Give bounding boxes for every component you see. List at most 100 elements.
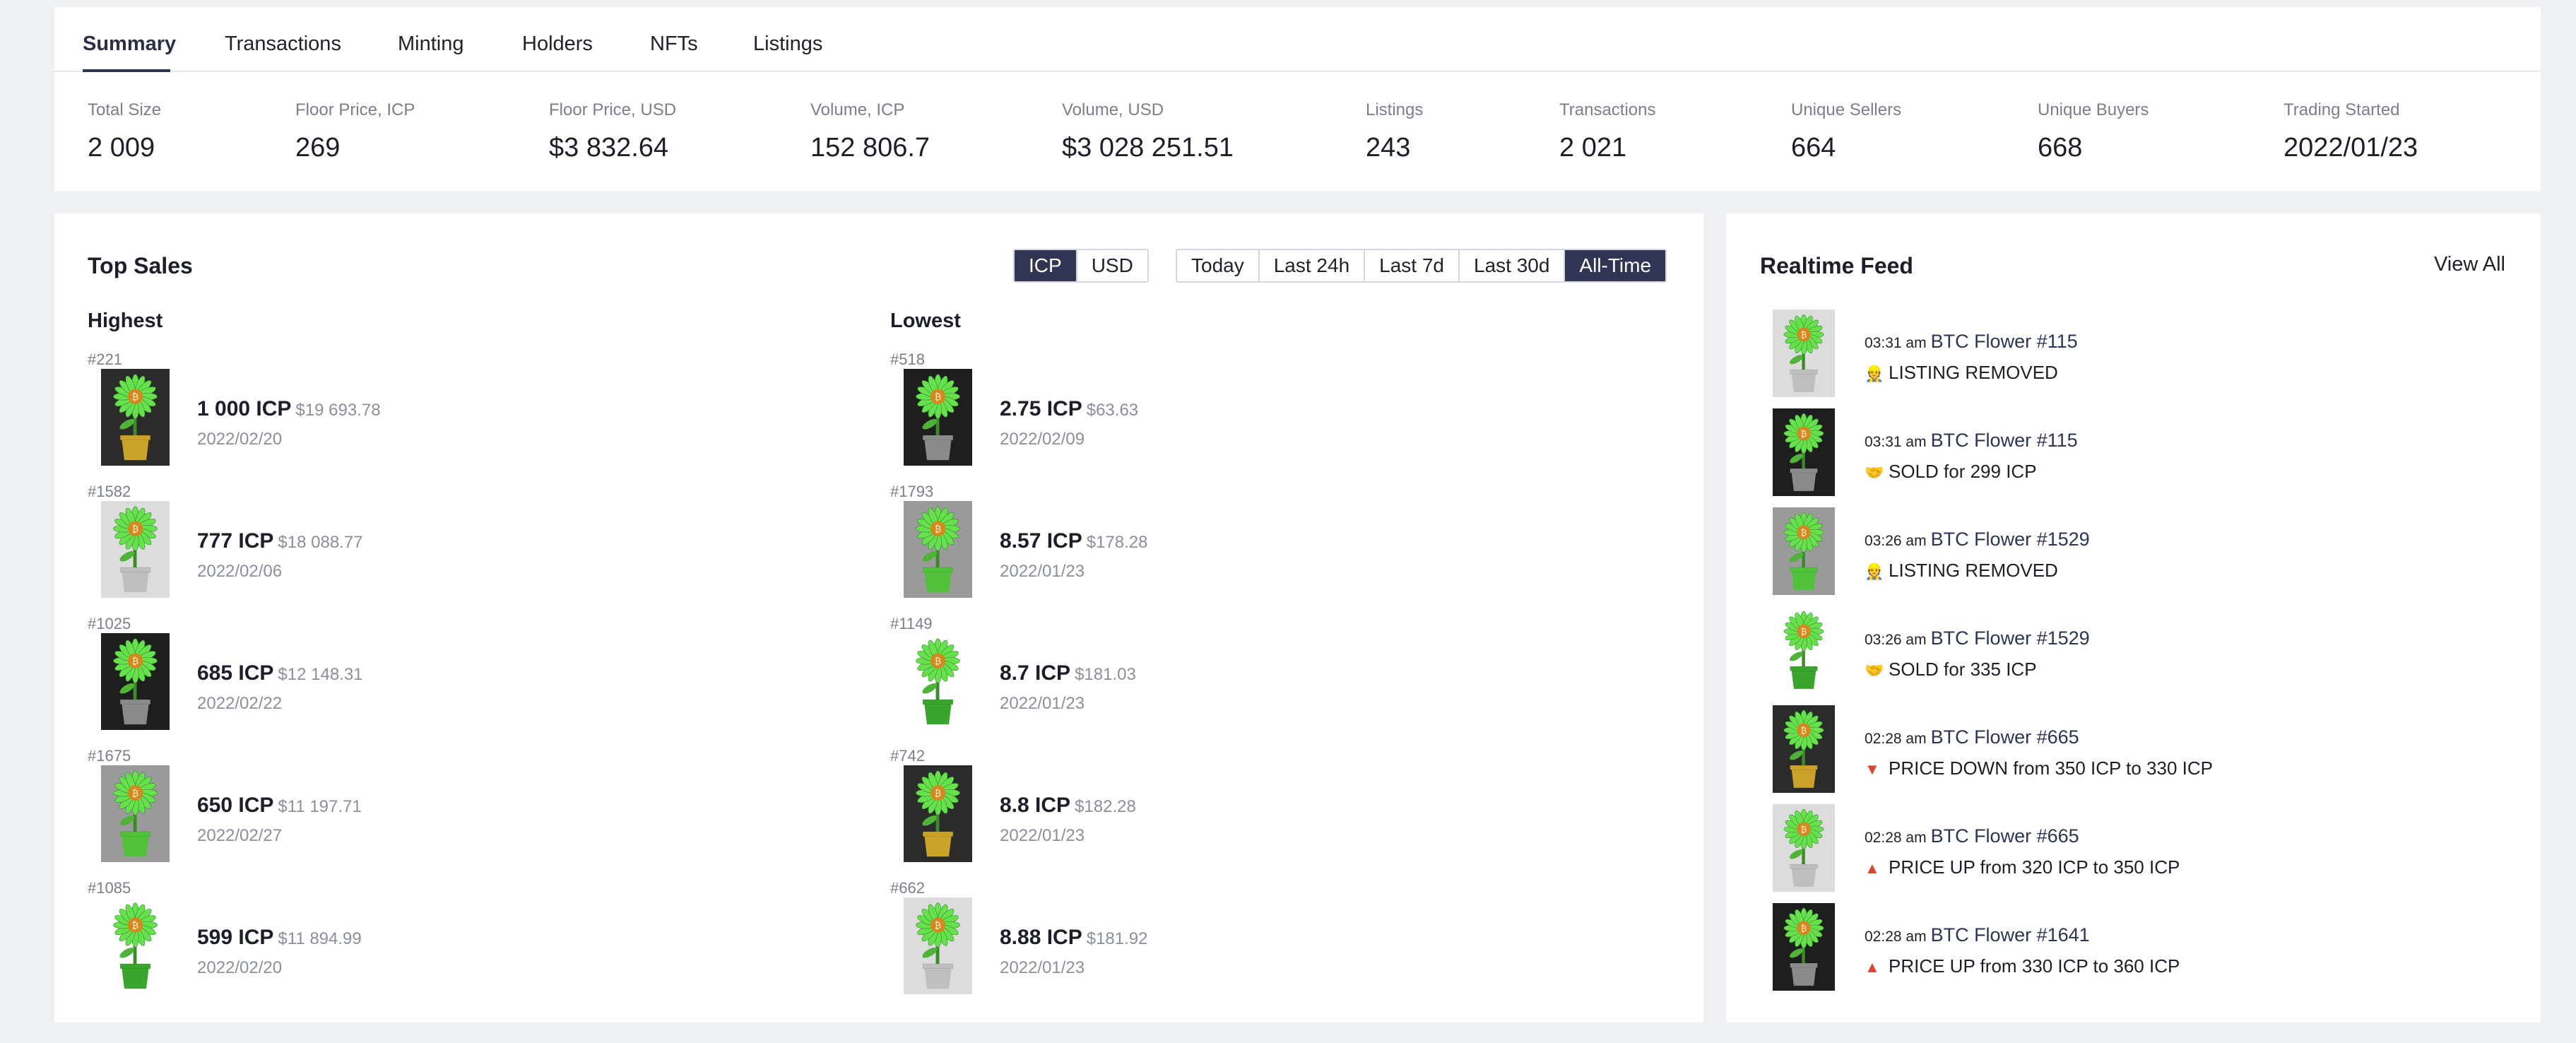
nft-thumbnail[interactable]: ₿ [101,633,170,730]
sale-item[interactable]: #1025 ₿ 685 ICP $12 148.31 2022/02/22 [88,615,582,746]
currency-icp-button[interactable]: ICP [1015,250,1077,281]
collection-summary-card: Summary Transactions Minting Holders NFT… [54,7,2541,191]
sale-price-icp: 777 ICP [197,529,274,553]
sale-token-id: #1149 [890,615,933,632]
svg-text:₿: ₿ [1801,825,1807,835]
sale-token-id: #1582 [88,483,131,500]
sale-price-icp: 8.88 ICP [1000,926,1082,949]
nft-thumbnail[interactable]: ₿ [101,765,170,862]
svg-text:₿: ₿ [935,788,941,799]
nft-thumbnail[interactable]: ₿ [101,501,170,598]
currency-usd-button[interactable]: USD [1077,250,1147,281]
lowest-heading: Lowest [890,310,961,332]
feed-event-text: LISTING REMOVED [1889,362,2058,383]
period-all-time-button[interactable]: All-Time [1565,250,1666,281]
stat-value: $3 028 251.51 [1062,133,1234,163]
tab-holders[interactable]: Holders [522,33,593,56]
svg-text:₿: ₿ [935,524,941,534]
nft-thumbnail[interactable]: ₿ [904,501,972,598]
stat-label: Volume, USD [1062,100,1164,119]
feed-event-text: PRICE DOWN from 350 ICP to 330 ICP [1889,758,2213,779]
feed-timestamp: 02:28 am [1865,731,1927,747]
feed-item[interactable]: ₿ 03:26 am BTC Flower #1529 🤝 SOLD for 335 … [1773,606,2536,705]
stat-label: Floor Price, USD [549,100,677,119]
nft-thumbnail[interactable]: ₿ [904,897,972,994]
feed-nft-name[interactable]: BTC Flower #1641 [1931,924,2090,945]
sale-item[interactable]: #1675 ₿ 650 ICP $11 197.71 2022/02/27 [88,747,582,878]
nft-thumbnail[interactable]: ₿ [1773,903,1835,991]
period-today-button[interactable]: Today [1177,250,1260,281]
feed-nft-name[interactable]: BTC Flower #665 [1931,726,2079,748]
stat-volume-icp: Volume, ICP 152 806.7 [810,100,930,163]
nft-thumbnail[interactable]: ₿ [904,369,972,466]
sale-item[interactable]: #1085 ₿ 599 ICP $11 894.99 2022/02/20 [88,879,582,1010]
nft-thumbnail[interactable]: ₿ [1773,310,1835,397]
sale-item[interactable]: #221 ₿ 1 000 ICP $19 693.78 2022/02/20 [88,350,582,482]
stat-value: 664 [1791,133,1836,163]
tab-nfts[interactable]: NFTs [650,33,698,56]
sale-item[interactable]: #1582 ₿ 777 ICP $18 088.77 2022/02/06 [88,483,582,614]
stat-label: Total Size [88,100,162,119]
feed-nft-name[interactable]: BTC Flower #665 [1931,825,2079,847]
period-30d-button[interactable]: Last 30d [1460,250,1566,281]
feed-timestamp: 02:28 am [1865,929,1927,945]
feed-event: 🤝 SOLD for 299 ICP [1865,461,2037,483]
nft-thumbnail[interactable]: ₿ [1773,804,1835,892]
nft-thumbnail[interactable]: ₿ [1773,606,1835,694]
nft-thumbnail[interactable]: ₿ [1773,507,1835,595]
sale-date: 2022/01/23 [1000,694,1085,713]
sale-price-usd: $181.92 [1086,929,1148,948]
svg-text:₿: ₿ [132,788,138,799]
feed-nft-name[interactable]: BTC Flower #1529 [1931,529,2090,550]
nft-thumbnail[interactable]: ₿ [1773,705,1835,793]
svg-text:₿: ₿ [1801,924,1807,933]
nft-thumbnail[interactable]: ₿ [101,897,170,994]
sale-price: 685 ICP $12 148.31 [197,661,363,685]
period-7d-button[interactable]: Last 7d [1365,250,1460,281]
sale-item[interactable]: #1149 ₿ 8.7 ICP $181.03 2022/01/23 [890,615,1385,746]
sale-item[interactable]: #742 ₿ 8.8 ICP $182.28 2022/01/23 [890,747,1385,878]
feed-item[interactable]: ₿ 02:28 am BTC Flower #665 ▲ PRICE UP from … [1773,804,2536,903]
sale-item[interactable]: #518 ₿ 2.75 ICP $63.63 2022/02/09 [890,350,1385,482]
sale-price-usd: $11 894.99 [278,929,362,948]
sale-price-icp: 599 ICP [197,926,274,949]
triangle-up-icon: ▲ [1865,859,1880,877]
nft-thumbnail[interactable]: ₿ [904,765,972,862]
tab-summary[interactable]: Summary [83,33,176,56]
feed-item[interactable]: ₿ 03:26 am BTC Flower #1529 👷 LISTING REMOV… [1773,507,2536,606]
sale-price-icp: 8.8 ICP [1000,794,1071,817]
sale-token-id: #1675 [88,747,131,765]
nft-thumbnail[interactable]: ₿ [904,633,972,730]
sale-price-usd: $12 148.31 [278,665,363,684]
feed-item[interactable]: ₿ 02:28 am BTC Flower #1641 ▲ PRICE UP from… [1773,903,2536,1002]
view-all-link[interactable]: View All [2434,253,2505,276]
feed-nft-name[interactable]: BTC Flower #115 [1931,430,2078,451]
stat-value: 2022/01/23 [2283,133,2418,163]
feed-item[interactable]: ₿ 03:31 am BTC Flower #115 👷 LISTING REMOVE… [1773,310,2536,408]
realtime-feed-title: Realtime Feed [1760,253,1913,278]
tab-minting[interactable]: Minting [398,33,464,56]
top-sales-title: Top Sales [88,253,193,278]
nft-thumbnail[interactable]: ₿ [1773,408,1835,496]
sale-price: 650 ICP $11 197.71 [197,794,362,818]
nft-thumbnail[interactable]: ₿ [101,369,170,466]
stat-unique-buyers: Unique Buyers 668 [2038,100,2149,163]
sale-item[interactable]: #662 ₿ 8.88 ICP $181.92 2022/01/23 [890,879,1385,1010]
sale-price: 777 ICP $18 088.77 [197,529,363,553]
svg-text:₿: ₿ [1801,330,1807,340]
feed-time: 03:26 am BTC Flower #1529 [1865,529,2090,550]
feed-nft-name[interactable]: BTC Flower #115 [1931,331,2078,352]
svg-text:₿: ₿ [1801,528,1807,538]
svg-text:₿: ₿ [935,391,941,402]
svg-text:₿: ₿ [132,656,138,666]
sale-price: 599 ICP $11 894.99 [197,926,362,950]
period-24h-button[interactable]: Last 24h [1260,250,1366,281]
feed-item[interactable]: ₿ 02:28 am BTC Flower #665 ▼ PRICE DOWN fro… [1773,705,2536,804]
realtime-feed-card: Realtime Feed View All ₿ 03:31 am BTC Flo… [1726,213,2541,1023]
tab-listings[interactable]: Listings [753,33,822,56]
tab-transactions[interactable]: Transactions [225,33,341,56]
sale-item[interactable]: #1793 ₿ 8.57 ICP $178.28 2022/01/23 [890,483,1385,614]
feed-nft-name[interactable]: BTC Flower #1529 [1931,627,2090,649]
feed-item[interactable]: ₿ 03:31 am BTC Flower #115 🤝 SOLD for 299 I… [1773,408,2536,507]
stat-value: 152 806.7 [810,133,930,163]
